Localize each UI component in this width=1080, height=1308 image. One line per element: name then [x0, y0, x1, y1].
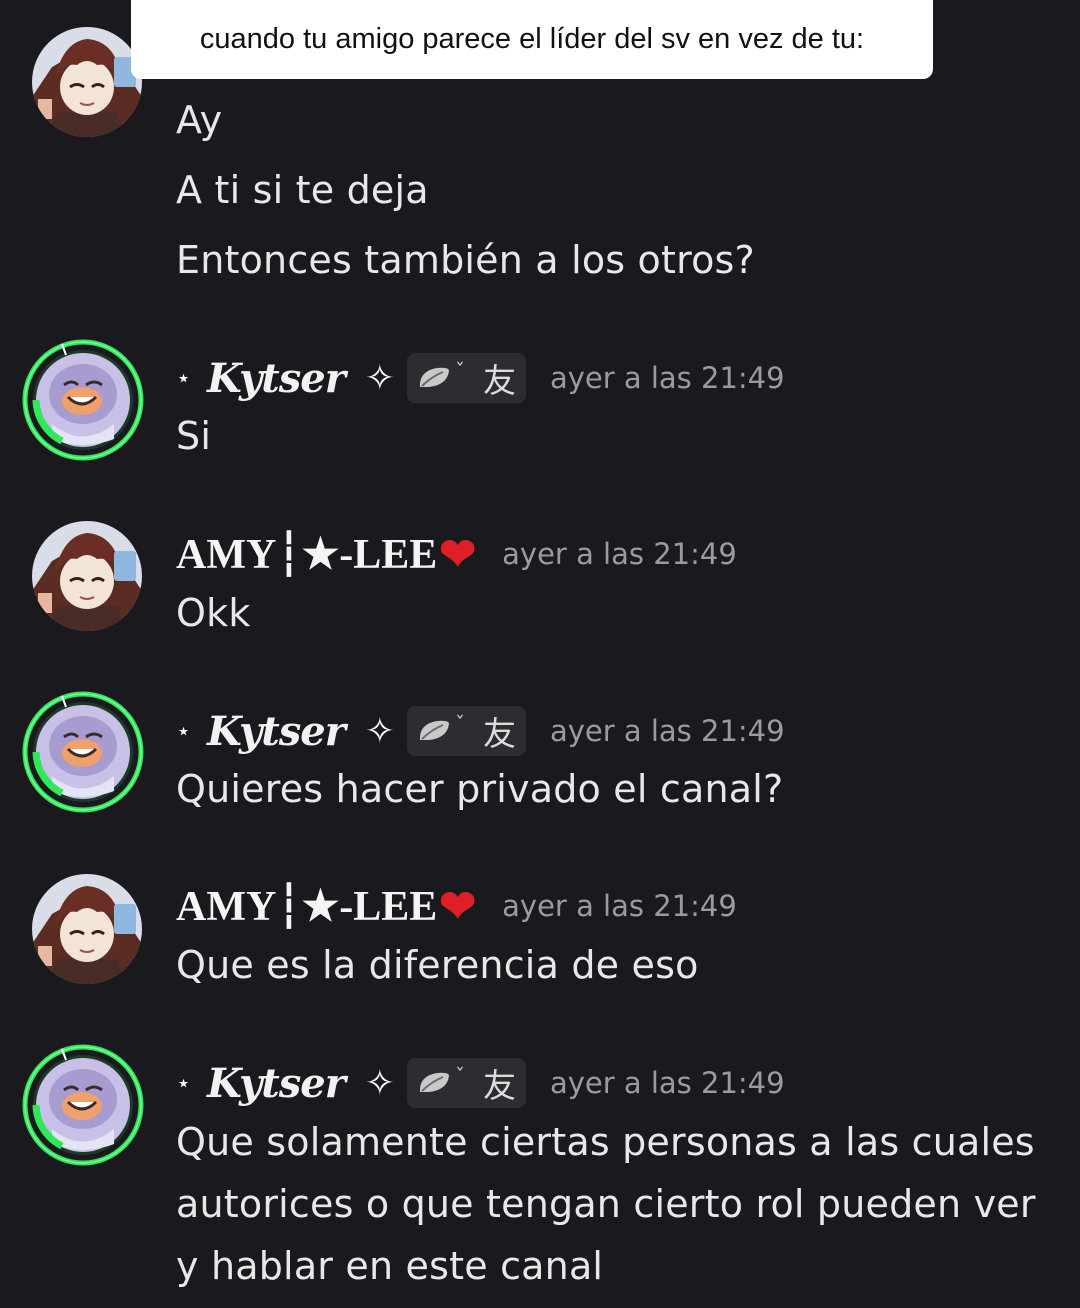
star-prefix: ⋆	[176, 364, 192, 392]
username-kytser[interactable]: Kytser	[207, 708, 346, 755]
amy-avatar[interactable]	[32, 27, 142, 137]
tag-char: 友	[482, 1066, 516, 1105]
username-amy[interactable]: AMY┆★-LEE ❤	[176, 529, 476, 580]
message-header: AMY┆★-LEE ❤ ayer a las 21:49	[176, 878, 737, 934]
leaf-icon	[419, 720, 449, 740]
message-line: Okk	[176, 591, 251, 635]
server-tag[interactable]: ˇ 友	[406, 706, 526, 756]
sparkle-icon: ✧	[364, 710, 395, 752]
message-line: Que es la diferencia de eso	[176, 943, 699, 987]
amy-avatar[interactable]	[32, 521, 142, 631]
message-header: ⋆ Kytser ✧ ˇ 友 ayer a las 21:49	[176, 703, 785, 759]
message-line: A ti si te deja	[176, 168, 429, 212]
amy-avatar[interactable]	[32, 874, 142, 984]
kytser-avatar[interactable]	[22, 1044, 144, 1166]
username-kytser[interactable]: Kytser	[207, 1060, 346, 1107]
kytser-avatar[interactable]	[22, 691, 144, 813]
tag-mark: ˇ	[454, 359, 465, 383]
sparkle-icon: ✧	[364, 357, 395, 399]
leaf-icon	[419, 367, 449, 387]
message-line: Que solamente ciertas personas a las cua…	[176, 1120, 1035, 1164]
message-header: ⋆ Kytser ✧ ˇ 友 ayer a las 21:49	[176, 1055, 785, 1111]
server-tag[interactable]: ˇ 友	[406, 1058, 526, 1108]
star-prefix: ⋆	[176, 1069, 192, 1097]
sparkle-icon: ✧	[364, 1062, 395, 1104]
message-header: ⋆ Kytser ✧ ˇ 友 ayer a las 21:49	[176, 350, 785, 406]
tag-mark: ˇ	[454, 712, 465, 736]
timestamp: ayer a las 21:49	[502, 889, 737, 923]
timestamp: ayer a las 21:49	[549, 361, 785, 395]
leaf-icon	[419, 1072, 449, 1092]
username-kytser[interactable]: Kytser	[207, 355, 346, 402]
message-header: AMY┆★-LEE ❤ ayer a las 21:49	[176, 526, 737, 582]
overlay-caption: cuando tu amigo parece el líder del sv e…	[131, 0, 933, 79]
message-line: Si	[176, 414, 212, 458]
server-tag[interactable]: ˇ 友	[406, 353, 526, 403]
star-prefix: ⋆	[176, 717, 192, 745]
kytser-avatar[interactable]	[22, 339, 144, 461]
username-amy[interactable]: AMY┆★-LEE ❤	[176, 881, 476, 932]
tag-mark: ˇ	[454, 1064, 465, 1088]
heart-icon: ❤	[439, 529, 477, 579]
message-line: y hablar en este canal	[176, 1244, 604, 1288]
tag-char: 友	[482, 714, 516, 753]
message-line: autorices o que tengan cierto rol pueden…	[176, 1182, 1036, 1226]
tag-char: 友	[482, 361, 516, 400]
timestamp: ayer a las 21:49	[549, 1066, 785, 1100]
message-line: Entonces también a los otros?	[176, 238, 755, 282]
message-line: Quieres hacer privado el canal?	[176, 767, 784, 811]
heart-icon: ❤	[439, 881, 477, 931]
timestamp: ayer a las 21:49	[502, 537, 737, 571]
timestamp: ayer a las 21:49	[549, 714, 785, 748]
message-line: Ay	[176, 98, 223, 142]
